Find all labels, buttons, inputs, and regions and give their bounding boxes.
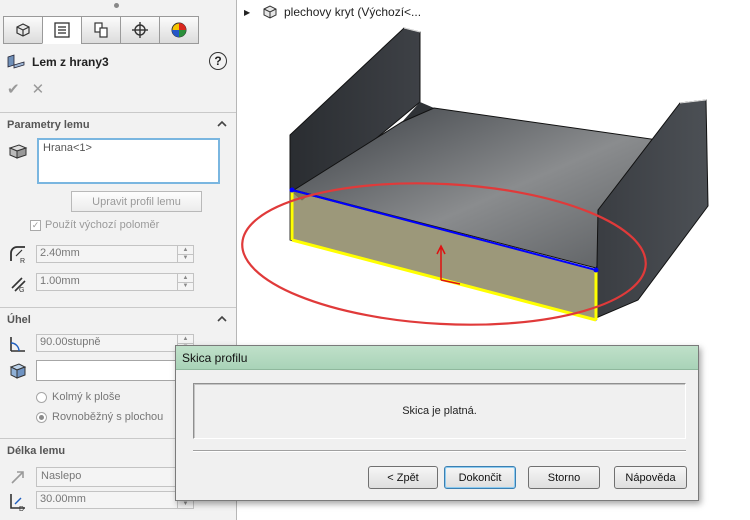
- collapse-caret-icon[interactable]: [217, 119, 227, 129]
- svg-text:R: R: [20, 258, 25, 265]
- edge-flange-icon: [7, 54, 25, 69]
- gap-distance-icon: G: [11, 277, 26, 293]
- flange-length-icon: D: [10, 494, 25, 512]
- finish-button[interactable]: Dokončit: [444, 466, 516, 489]
- display-manager-icon: [171, 22, 187, 38]
- perpendicular-option[interactable]: Kolmý k ploše: [36, 391, 120, 403]
- gap-spin-arrows[interactable]: ▲ ▼: [177, 274, 193, 290]
- right-wall[interactable]: [595, 99, 709, 319]
- flange-edges-list[interactable]: Hrana<1>: [37, 138, 220, 184]
- direction-arrow-icon[interactable]: [7, 466, 29, 488]
- dimxpert-manager-tab[interactable]: [120, 16, 160, 44]
- cancel-x-icon[interactable]: ✕: [32, 80, 45, 98]
- perpendicular-label: Kolmý k ploše: [52, 391, 121, 403]
- use-default-radius-checkbox[interactable]: ✓: [30, 219, 41, 231]
- display-manager-tab[interactable]: [159, 16, 199, 44]
- dialog-title: Skica profilu: [182, 351, 248, 365]
- dialog-titlebar[interactable]: Skica profilu: [176, 346, 698, 370]
- feature-title: Lem z hrany3: [32, 55, 109, 69]
- help-icon[interactable]: ?: [209, 52, 227, 70]
- collapse-caret-icon[interactable]: [217, 314, 227, 324]
- edit-flange-profile-button[interactable]: Upravit profil lemu: [71, 191, 202, 212]
- property-manager-icon: [54, 22, 70, 38]
- section-title: Parametry lemu: [7, 118, 90, 131]
- cancel-button[interactable]: Storno: [528, 466, 600, 489]
- section-title: Délka lemu: [7, 444, 66, 457]
- end-condition-value[interactable]: Naslepo: [41, 470, 81, 482]
- flange-length-value[interactable]: 30.00mm: [40, 493, 86, 505]
- property-manager-tab[interactable]: [42, 16, 82, 44]
- section-angle-header[interactable]: Úhel: [0, 307, 236, 331]
- parallel-radio[interactable]: [36, 411, 47, 423]
- flange-edge-item[interactable]: Hrana<1>: [43, 142, 92, 154]
- section-flange-params-header[interactable]: Parametry lemu: [0, 112, 236, 136]
- bend-radius-value[interactable]: 2.40mm: [40, 247, 80, 259]
- flange-angle-spinbox[interactable]: 90.00stupně ▲▼: [36, 334, 194, 352]
- perpendicular-radio[interactable]: [36, 391, 47, 403]
- feature-title-row: Lem z hrany3 ?: [6, 52, 231, 72]
- use-default-radius-label: Použít výchozí poloměr: [45, 219, 160, 231]
- feature-manager-tab[interactable]: [3, 16, 43, 44]
- bend-radius-spinbox[interactable]: 2.40mm ▲ ▼: [36, 245, 194, 263]
- manager-tabs: [3, 16, 199, 44]
- dialog-message: Skica je platná.: [402, 405, 477, 417]
- back-button[interactable]: < Zpět: [368, 466, 438, 489]
- sketch-endpoint[interactable]: [289, 187, 295, 193]
- reference-face-input[interactable]: [36, 360, 176, 381]
- bend-radius-spin-arrows[interactable]: ▲ ▼: [177, 246, 193, 262]
- sketch-endpoint[interactable]: [593, 267, 599, 273]
- parallel-option[interactable]: Rovnoběžný s plochou: [36, 411, 163, 423]
- help-button[interactable]: Nápověda: [614, 466, 687, 489]
- profile-sketch-dialog: Skica profilu Skica je platná. < Zpět Do…: [175, 345, 699, 501]
- section-title: Úhel: [7, 313, 31, 326]
- bend-radius-icon: R: [10, 246, 25, 265]
- dimxpert-icon: [132, 22, 148, 38]
- configuration-manager-icon: [94, 22, 108, 38]
- panel-grip[interactable]: [114, 3, 119, 8]
- dialog-message-box: Skica je platná.: [193, 383, 686, 439]
- use-default-radius-option[interactable]: ✓ Použít výchozí poloměr: [30, 219, 159, 231]
- feature-manager-icon: [16, 23, 30, 37]
- ok-check-icon[interactable]: ✔: [7, 80, 20, 98]
- gap-distance-spinbox[interactable]: 1.00mm ▲ ▼: [36, 273, 194, 291]
- dialog-separator: [193, 450, 686, 452]
- flange-angle-value[interactable]: 90.00stupně: [40, 336, 101, 348]
- flange-angle-icon: [10, 337, 25, 352]
- configuration-manager-tab[interactable]: [81, 16, 121, 44]
- parallel-label: Rovnoběžný s plochou: [52, 411, 164, 423]
- gap-distance-value[interactable]: 1.00mm: [40, 275, 80, 287]
- ok-cancel-bar: ✔ ✕: [7, 80, 44, 98]
- end-condition-select[interactable]: Naslepo: [36, 467, 196, 487]
- flange-length-spinbox[interactable]: 30.00mm ▲▼: [36, 491, 194, 509]
- svg-text:D: D: [19, 506, 24, 512]
- svg-text:G: G: [19, 287, 24, 293]
- reference-face-icon: [9, 363, 27, 379]
- edge-select-icon: [8, 144, 28, 159]
